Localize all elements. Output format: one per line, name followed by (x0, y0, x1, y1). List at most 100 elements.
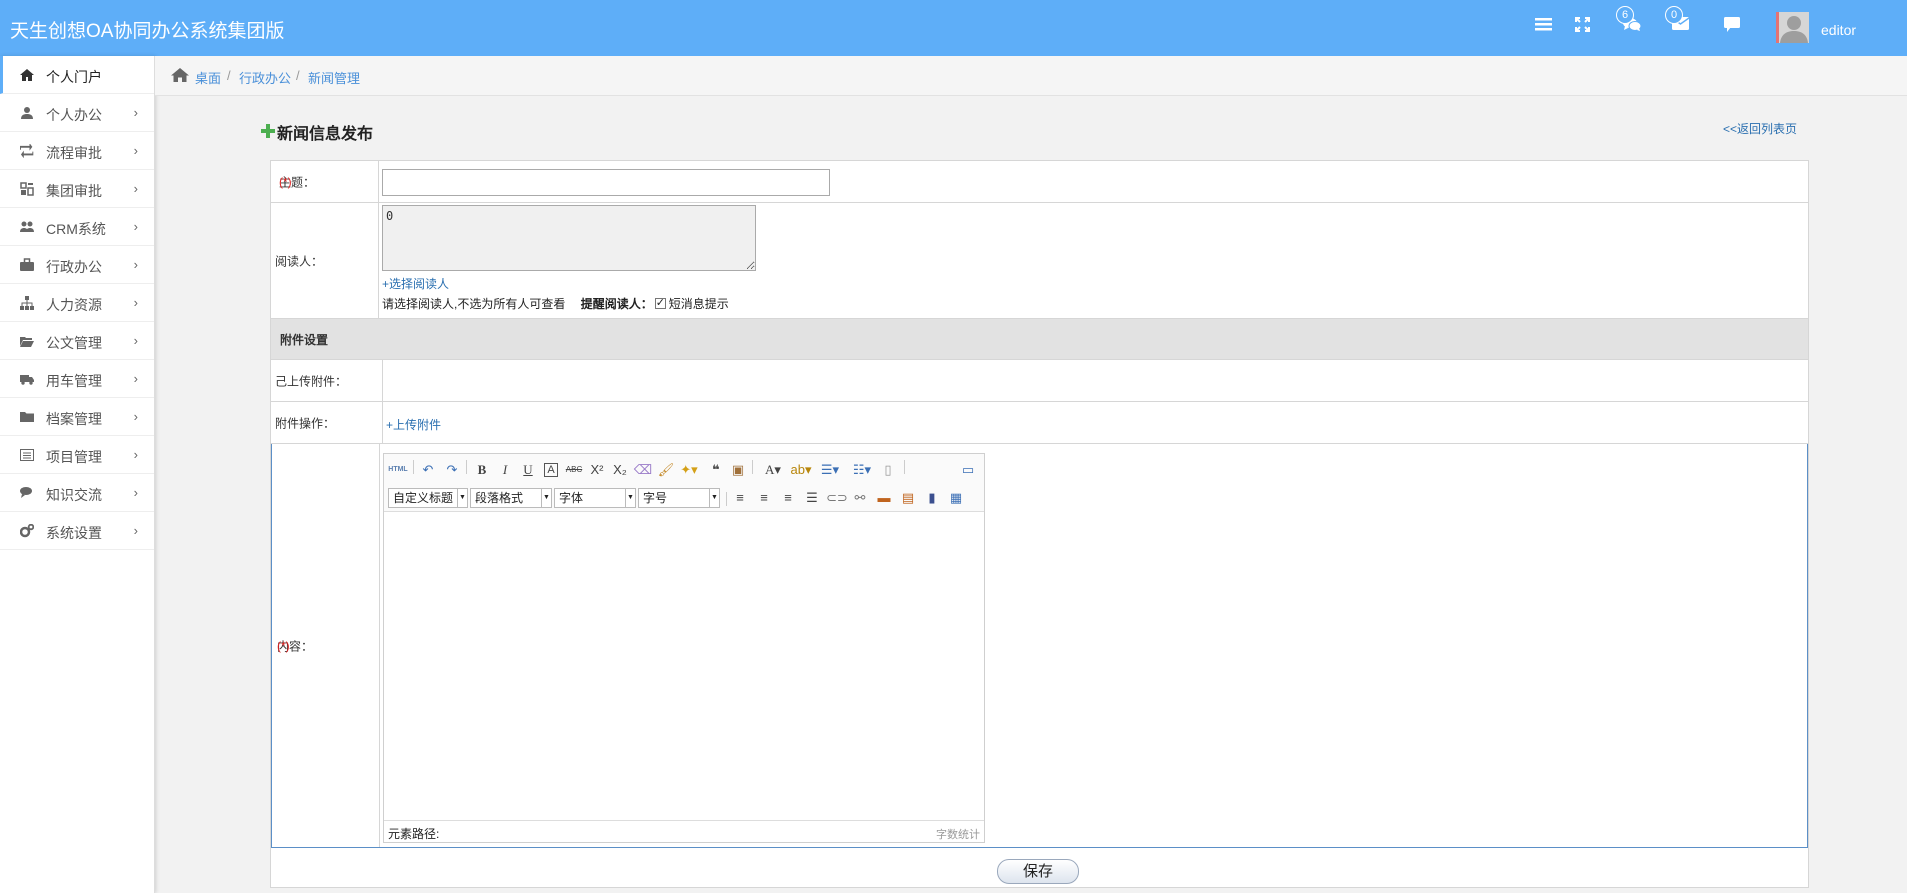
sidebar-item-group-approval[interactable]: 集团审批 › (0, 170, 154, 208)
chevron-right-icon: › (133, 523, 138, 538)
align-justify-icon[interactable]: ☰ (802, 488, 822, 508)
comments-icon (20, 487, 32, 498)
truck-icon (20, 375, 34, 385)
align-right-icon[interactable]: ≡ (778, 488, 798, 508)
subscript-icon[interactable]: X₂ (610, 460, 630, 480)
sidebar-item-archives[interactable]: 档案管理 › (0, 398, 154, 436)
attachment-operation-row: 附件操作： +上传附件 (271, 402, 1808, 444)
sidebar-item-workflow[interactable]: 流程审批 › (0, 132, 154, 170)
sms-checkbox[interactable] (654, 296, 666, 309)
custom-heading-select[interactable]: 自定义标题 ▼ (388, 488, 468, 508)
chat-icon[interactable] (1724, 17, 1740, 32)
blockquote-icon[interactable]: ❝ (706, 460, 726, 480)
messages-badge: 6 (1616, 6, 1634, 24)
attachment-operation-label: 附件操作： (271, 402, 383, 443)
dashboard-icon (20, 182, 34, 196)
font-color-icon[interactable]: A▾ (758, 460, 788, 480)
chevron-right-icon: › (133, 143, 138, 158)
undo-icon[interactable]: ↶ (418, 460, 438, 480)
sidebar-item-documents[interactable]: 公文管理 › (0, 322, 154, 360)
new-document-icon[interactable]: ▯ (878, 460, 898, 480)
content-label: 内容： (*) (272, 444, 380, 847)
chevron-right-icon: › (133, 181, 138, 196)
eraser-icon[interactable]: ⌫ (633, 460, 653, 480)
format-brush-icon[interactable]: 🖌 (656, 460, 676, 480)
font-size-select[interactable]: 字号 ▼ (638, 488, 720, 508)
sidebar-item-label: 集团审批 (46, 183, 102, 199)
upload-attachment-link[interactable]: +上传附件 (386, 416, 441, 433)
sidebar-item-settings[interactable]: 系统设置 › (0, 512, 154, 550)
sidebar-item-hr[interactable]: 人力资源 › (0, 284, 154, 322)
sidebar-item-label: 行政办公 (46, 259, 102, 275)
auto-format-icon[interactable]: ✦▾ (679, 460, 699, 480)
avatar[interactable] (1776, 12, 1809, 43)
sidebar-item-personal-office[interactable]: 个人办公 › (0, 94, 154, 132)
breadcrumb-separator: / (296, 68, 300, 83)
editor-content-area[interactable] (384, 513, 984, 821)
font-family-select[interactable]: 字体 ▼ (554, 488, 636, 508)
sidebar-item-label: 知识交流 (46, 487, 102, 503)
content-row: 内容： (*) HTML ↶ ↷ B I U A ABC X² X₂ ⌫ 🖌 ✦▾… (271, 444, 1808, 848)
mail-button[interactable]: 0 (1665, 6, 1689, 30)
fullscreen-icon[interactable] (1575, 17, 1590, 32)
chevron-right-icon: › (133, 295, 138, 310)
bold-icon[interactable]: B (472, 460, 492, 480)
username[interactable]: editor (1821, 22, 1856, 38)
rich-text-editor[interactable]: HTML ↶ ↷ B I U A ABC X² X₂ ⌫ 🖌 ✦▾ ❝ ▣ A▾… (383, 453, 985, 843)
readers-textarea[interactable]: 0 (382, 205, 756, 271)
underline-icon[interactable]: U (518, 460, 538, 480)
chevron-right-icon: › (133, 485, 138, 500)
editor-status-bar: 元素路径: 字数统计 (384, 820, 984, 842)
sidebar-item-knowledge[interactable]: 知识交流 › (0, 474, 154, 512)
breadcrumb-news-management[interactable]: 新闻管理 (308, 68, 360, 87)
attachment-section-title: 附件设置 (280, 333, 329, 347)
italic-icon[interactable]: I (495, 460, 515, 480)
superscript-icon[interactable]: X² (587, 460, 607, 480)
unlink-icon[interactable]: ⚯ (850, 488, 870, 508)
sidebar-item-label: 用车管理 (46, 373, 102, 389)
menu-icon[interactable] (1535, 17, 1552, 31)
sidebar-item-projects[interactable]: 项目管理 › (0, 436, 154, 474)
html-source-icon[interactable]: HTML (388, 460, 408, 480)
align-left-icon[interactable]: ≡ (730, 488, 750, 508)
uploaded-attachments-label: 己上传附件： (271, 360, 383, 401)
messages-button[interactable]: 6 (1616, 6, 1641, 32)
sidebar-item-admin-office[interactable]: 行政办公 › (0, 246, 154, 284)
news-form: 主题： (*) 阅读人： 0 +选择阅读人 请选择阅读人,不选为所有人可查看 提醒… (270, 160, 1809, 888)
sidebar-item-label: 个人办公 (46, 107, 102, 123)
image-icon[interactable]: ▬ (874, 488, 894, 508)
fullscreen-editor-icon[interactable]: ▭ (958, 460, 978, 480)
select-readers-link[interactable]: +选择阅读人 (382, 275, 449, 292)
table-icon[interactable]: ▦ (946, 488, 966, 508)
breadcrumb-admin-office[interactable]: 行政办公 (239, 68, 291, 87)
back-to-list-link[interactable]: <<返回列表页 (1723, 120, 1797, 137)
strikethrough-icon[interactable]: ABC (564, 460, 584, 480)
sidebar-item-label: 个人门户 (46, 69, 102, 85)
ordered-list-icon[interactable]: ☰▾ (816, 460, 844, 480)
sidebar-item-vehicles[interactable]: 用车管理 › (0, 360, 154, 398)
background-color-icon[interactable]: ab▾ (788, 460, 814, 480)
list-alt-icon (20, 449, 34, 461)
home-icon[interactable] (171, 67, 189, 83)
chevron-right-icon: › (133, 257, 138, 272)
page-title: 新闻信息发布 (277, 126, 374, 143)
font-border-icon[interactable]: A (541, 460, 561, 480)
chevron-right-icon: › (133, 333, 138, 348)
save-button[interactable]: 保存 (997, 859, 1079, 884)
sidebar-item-crm[interactable]: CRM系统 › (0, 208, 154, 246)
link-icon[interactable]: ⊂⊃ (826, 488, 848, 508)
unordered-list-icon[interactable]: ☷▾ (848, 460, 876, 480)
subject-input[interactable] (382, 169, 830, 196)
redo-icon[interactable]: ↷ (442, 460, 462, 480)
sidebar-item-portal[interactable]: 个人门户 (0, 56, 154, 94)
align-center-icon[interactable]: ≡ (754, 488, 774, 508)
chevron-right-icon: › (133, 409, 138, 424)
video-icon[interactable]: ▮ (922, 488, 942, 508)
required-mark: (*) (277, 638, 290, 653)
paragraph-format-select[interactable]: 段落格式 ▼ (470, 488, 552, 508)
multi-image-icon[interactable]: ▤ (898, 488, 918, 508)
paste-plain-icon[interactable]: ▣ (728, 460, 748, 480)
breadcrumb-desktop[interactable]: 桌面 (195, 68, 221, 87)
attachment-section-header: 附件设置 (271, 319, 1808, 360)
uploaded-attachments-row: 己上传附件： (271, 360, 1808, 402)
